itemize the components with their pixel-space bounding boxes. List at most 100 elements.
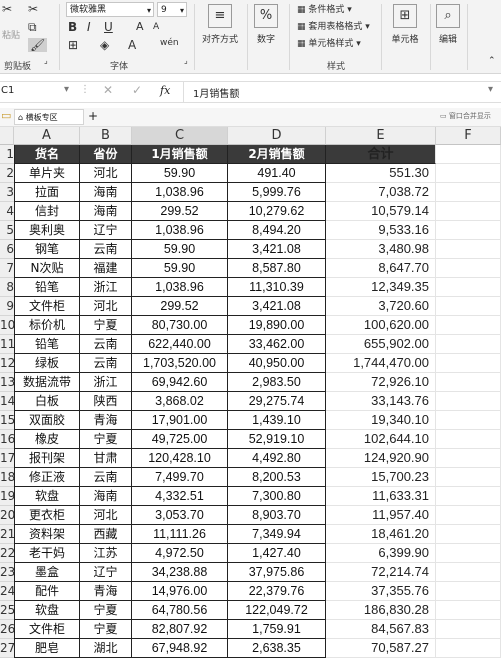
total-cell[interactable]: 70,587.27: [326, 639, 436, 658]
conditional-format-button[interactable]: ▦ 条件格式 ▾: [297, 2, 352, 15]
table-cell[interactable]: 4,492.80: [228, 449, 326, 468]
row-header[interactable]: 11: [0, 335, 14, 354]
table-cell[interactable]: 河北: [80, 297, 132, 316]
total-cell[interactable]: 15,700.23: [326, 468, 436, 487]
table-cell[interactable]: 299.52: [132, 202, 228, 221]
total-cell[interactable]: 8,647.70: [326, 259, 436, 278]
table-cell[interactable]: 5,999.76: [228, 183, 326, 202]
table-cell[interactable]: 宁夏: [80, 430, 132, 449]
table-cell[interactable]: 湖北: [80, 639, 132, 658]
table-cell[interactable]: 11,111.26: [132, 525, 228, 544]
paste-button[interactable]: 粘贴: [2, 28, 20, 41]
font-size-select[interactable]: 9 ▾: [157, 2, 187, 17]
empty-cell[interactable]: [436, 240, 501, 259]
empty-cell[interactable]: [436, 620, 501, 639]
cut-icon[interactable]: ✂: [2, 2, 12, 16]
total-cell[interactable]: 102,644.10: [326, 430, 436, 449]
column-header-c[interactable]: C: [132, 127, 228, 145]
empty-cell[interactable]: [436, 506, 501, 525]
row-header[interactable]: 9: [0, 297, 14, 316]
total-cell[interactable]: 11,633.31: [326, 487, 436, 506]
table-cell[interactable]: 辽宁: [80, 221, 132, 240]
select-all-corner[interactable]: [0, 127, 14, 145]
total-cell[interactable]: 12,349.35: [326, 278, 436, 297]
table-cell[interactable]: 文件柜: [14, 297, 80, 316]
table-cell[interactable]: 信封: [14, 202, 80, 221]
table-cell[interactable]: 1,038.96: [132, 278, 228, 297]
name-box-dropdown-icon[interactable]: ▾: [64, 84, 69, 95]
add-tab-button[interactable]: +: [88, 109, 98, 123]
row-header[interactable]: 25: [0, 601, 14, 620]
table-cell[interactable]: 7,349.94: [228, 525, 326, 544]
expand-formula-icon[interactable]: ▾: [488, 84, 493, 95]
row-header[interactable]: 22: [0, 544, 14, 563]
table-cell[interactable]: 49,725.00: [132, 430, 228, 449]
table-cell[interactable]: 59.90: [132, 240, 228, 259]
cells-button[interactable]: ⊞ 单元格: [385, 4, 425, 45]
row-header[interactable]: 3: [0, 183, 14, 202]
row-header[interactable]: 1: [0, 145, 14, 164]
cut-small-icon[interactable]: ✂: [28, 2, 38, 16]
table-cell[interactable]: 3,868.02: [132, 392, 228, 411]
folder-icon[interactable]: ▭: [1, 109, 11, 122]
table-cell[interactable]: N次贴: [14, 259, 80, 278]
row-header[interactable]: 2: [0, 164, 14, 183]
table-cell[interactable]: 17,901.00: [132, 411, 228, 430]
fill-color-icon[interactable]: ◈: [100, 38, 109, 52]
table-cell[interactable]: 4,332.51: [132, 487, 228, 506]
cancel-icon[interactable]: ✕: [103, 83, 113, 97]
table-cell[interactable]: 1,703,520.00: [132, 354, 228, 373]
empty-cell[interactable]: [436, 335, 501, 354]
empty-cell[interactable]: [436, 563, 501, 582]
table-cell[interactable]: 绿板: [14, 354, 80, 373]
formula-input[interactable]: 1月销售额: [193, 85, 239, 100]
collapse-ribbon-icon[interactable]: ⌃: [488, 56, 496, 66]
table-cell[interactable]: 浙江: [80, 278, 132, 297]
empty-cell[interactable]: [436, 316, 501, 335]
grow-font-button[interactable]: A: [136, 20, 144, 33]
table-cell[interactable]: 软盘: [14, 601, 80, 620]
copy-icon[interactable]: ⧉: [28, 20, 37, 35]
table-cell[interactable]: 奥利奥: [14, 221, 80, 240]
table-cell[interactable]: 单片夹: [14, 164, 80, 183]
column-header-a[interactable]: A: [14, 127, 80, 145]
empty-cell[interactable]: [436, 373, 501, 392]
empty-cell[interactable]: [436, 601, 501, 620]
row-header[interactable]: 7: [0, 259, 14, 278]
total-cell[interactable]: 6,399.90: [326, 544, 436, 563]
row-header[interactable]: 14: [0, 392, 14, 411]
table-cell[interactable]: 69,942.60: [132, 373, 228, 392]
table-cell[interactable]: 1,427.40: [228, 544, 326, 563]
table-cell[interactable]: 铅笔: [14, 278, 80, 297]
table-cell[interactable]: 22,379.76: [228, 582, 326, 601]
column-header-f[interactable]: F: [436, 127, 501, 145]
enter-icon[interactable]: ✓: [132, 83, 142, 97]
table-cell[interactable]: 海南: [80, 487, 132, 506]
empty-cell[interactable]: [436, 221, 501, 240]
empty-cell[interactable]: [436, 468, 501, 487]
column-header-e[interactable]: E: [326, 127, 436, 145]
table-cell[interactable]: 3,421.08: [228, 297, 326, 316]
table-cell[interactable]: 老干妈: [14, 544, 80, 563]
row-header[interactable]: 23: [0, 563, 14, 582]
table-cell[interactable]: 4,972.50: [132, 544, 228, 563]
dialog-launcher-icon[interactable]: ⌟: [44, 56, 48, 65]
bold-button[interactable]: B: [68, 20, 77, 34]
dialog-launcher-icon[interactable]: ⌟: [184, 56, 188, 65]
header-cell[interactable]: 省份: [80, 145, 132, 164]
empty-cell[interactable]: [436, 354, 501, 373]
table-cell[interactable]: 67,948.92: [132, 639, 228, 658]
row-header[interactable]: 20: [0, 506, 14, 525]
row-header[interactable]: 24: [0, 582, 14, 601]
window-merge-toggle[interactable]: ▭ 窗口合并显示: [440, 111, 491, 121]
table-format-button[interactable]: ▦ 套用表格格式 ▾: [297, 19, 370, 32]
row-header[interactable]: 17: [0, 449, 14, 468]
row-header[interactable]: 6: [0, 240, 14, 259]
table-cell[interactable]: 40,950.00: [228, 354, 326, 373]
table-cell[interactable]: 软盘: [14, 487, 80, 506]
row-header[interactable]: 10: [0, 316, 14, 335]
table-cell[interactable]: 云南: [80, 335, 132, 354]
total-cell[interactable]: 18,461.20: [326, 525, 436, 544]
empty-cell[interactable]: [436, 164, 501, 183]
table-cell[interactable]: 资料架: [14, 525, 80, 544]
